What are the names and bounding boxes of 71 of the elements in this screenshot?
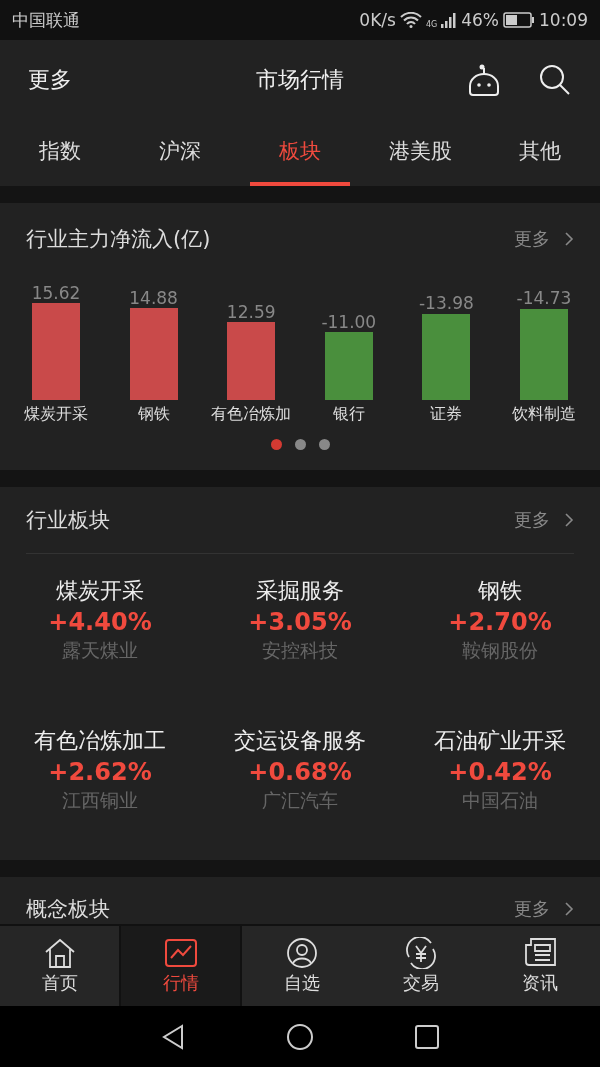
sector-name[interactable]: 石油矿业开采 [434, 726, 566, 756]
person-icon [285, 937, 319, 969]
news-icon [523, 937, 558, 969]
sector-change: +3.05% [248, 608, 352, 636]
section-title: 行业主力净流入(亿) [26, 226, 211, 253]
clock-time: 10:09 [539, 10, 588, 30]
bar-value: 14.88 [129, 287, 178, 308]
nav-tab[interactable]: 资讯 [480, 926, 600, 1006]
section-title: 行业板块 [26, 507, 110, 534]
battery-icon [503, 12, 535, 28]
bar-value: 12.59 [226, 301, 276, 323]
sector-name[interactable]: 有色冶炼加工 [34, 726, 166, 756]
sector-name[interactable]: 煤炭开采 [56, 576, 144, 606]
back-icon[interactable] [160, 1022, 186, 1051]
leading-stock: 鞍钢股份 [462, 638, 538, 663]
sector-name[interactable]: 钢铁 [478, 576, 522, 606]
bar-value: 15.62 [31, 282, 81, 304]
nav-tab[interactable]: 行情 [119, 926, 243, 1006]
page-dot[interactable] [318, 439, 330, 450]
battery-percent: 46% [461, 10, 499, 30]
page-dot[interactable] [294, 439, 306, 450]
leading-stock: 广汇汽车 [262, 788, 338, 813]
sector-change: +0.42% [448, 758, 552, 786]
bar-label: 煤炭开采 [24, 404, 88, 425]
signal-icon [441, 12, 458, 28]
search-icon[interactable] [538, 63, 572, 97]
tab[interactable]: 沪深 [130, 120, 230, 186]
more-link[interactable]: 更多 [514, 508, 574, 532]
yen-exchange-icon [404, 937, 439, 969]
more-link[interactable]: 更多 [514, 897, 574, 921]
more-link[interactable]: 更多 [514, 227, 574, 251]
bar-label: 有色冶炼加 [211, 404, 292, 425]
leading-stock: 江西铜业 [62, 788, 138, 813]
section-title: 概念板块 [26, 896, 110, 923]
nav-tab[interactable]: 首页 [0, 926, 120, 1006]
bar-value: -11.00 [321, 311, 377, 332]
robot-icon[interactable] [466, 63, 502, 97]
tab[interactable]: 指数 [10, 120, 110, 186]
chevron-icon [564, 512, 574, 528]
home-circle-icon[interactable] [286, 1022, 314, 1051]
leading-stock: 安控科技 [262, 638, 338, 663]
sector-change: +0.68% [248, 758, 352, 786]
network-type: 4G [425, 20, 438, 29]
network-speed: 0K/s [359, 10, 396, 30]
tab[interactable]: 港美股 [370, 120, 470, 186]
leading-stock: 中国石油 [462, 788, 538, 813]
page-title: 市场行情 [256, 66, 344, 94]
recents-icon[interactable] [414, 1023, 440, 1050]
page-dot[interactable] [270, 439, 282, 450]
bar-value: -14.73 [516, 288, 572, 309]
bar-label: 证券 [430, 404, 463, 425]
bar-label: 银行 [332, 404, 365, 425]
sector-name[interactable]: 交运设备服务 [234, 726, 366, 756]
chevron-icon [564, 901, 574, 917]
bar-label: 饮料制造 [511, 404, 576, 425]
tab[interactable]: 其他 [490, 120, 590, 186]
sector-change: +2.70% [448, 608, 552, 636]
nav-tab[interactable]: 交易 [361, 926, 481, 1006]
bar-value: -13.98 [418, 293, 474, 314]
sector-change: +4.40% [48, 608, 152, 636]
chevron-icon [564, 231, 574, 247]
bar-label: 钢铁 [137, 404, 170, 425]
more-link[interactable]: 更多 [28, 65, 72, 95]
carrier-name: 中国联通 [12, 8, 80, 32]
tab[interactable]: 板块 [250, 120, 350, 186]
sector-name[interactable]: 采掘服务 [256, 576, 344, 606]
chart-icon [163, 937, 198, 969]
leading-stock: 露天煤业 [62, 638, 138, 663]
sector-change: +2.62% [48, 758, 152, 786]
wifi-icon [399, 12, 422, 28]
nav-tab[interactable]: 自选 [242, 926, 362, 1006]
